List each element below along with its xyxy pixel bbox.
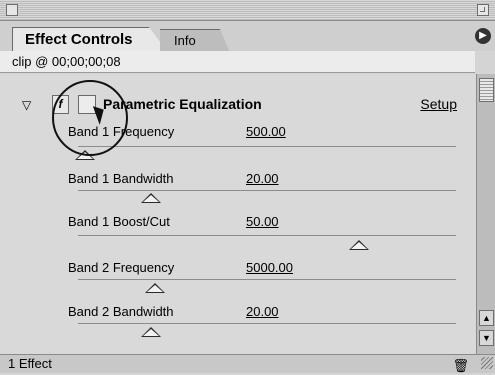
param-value[interactable]: 20.00 bbox=[246, 304, 279, 319]
zoom-box-icon[interactable] bbox=[477, 4, 489, 16]
effect-count: 1 Effect bbox=[8, 356, 52, 371]
param-label: Band 1 Boost/Cut bbox=[68, 214, 170, 229]
status-bar: 1 Effect 🗑 bbox=[0, 354, 495, 373]
vertical-scrollbar[interactable]: ▲ ▼ bbox=[476, 74, 495, 354]
slider-track[interactable] bbox=[78, 279, 456, 280]
param-value[interactable]: 5000.00 bbox=[246, 260, 293, 275]
panel-menu-icon[interactable]: ▶ bbox=[475, 28, 491, 44]
slider-track[interactable] bbox=[78, 146, 456, 147]
param-value[interactable]: 500.00 bbox=[246, 124, 286, 139]
param-label: Band 2 Frequency bbox=[68, 260, 175, 275]
slider-thumb[interactable] bbox=[141, 327, 161, 337]
tab-effect-controls[interactable]: Effect Controls bbox=[12, 27, 168, 52]
tab-info[interactable]: Info bbox=[160, 29, 230, 52]
close-box-icon[interactable] bbox=[6, 4, 18, 16]
clip-timecode: clip @ 00;00;00;08 bbox=[0, 51, 475, 73]
triangle-down-icon[interactable]: ▽ bbox=[22, 98, 31, 112]
slider-track[interactable] bbox=[78, 323, 456, 324]
setup-link[interactable]: Setup bbox=[420, 96, 457, 112]
window-titlebar[interactable] bbox=[0, 0, 495, 21]
scroll-down-icon[interactable]: ▼ bbox=[479, 330, 494, 346]
slider-track[interactable] bbox=[78, 190, 456, 191]
effect-list: ▽ f Parametric Equalization Setup Band 1… bbox=[0, 74, 477, 354]
slider-thumb[interactable] bbox=[349, 240, 369, 250]
param-label: Band 2 Bandwidth bbox=[68, 304, 174, 319]
param-value[interactable]: 20.00 bbox=[246, 171, 279, 186]
highlight-circle bbox=[52, 80, 128, 156]
slider-thumb[interactable] bbox=[141, 193, 161, 203]
scroll-thumb[interactable] bbox=[479, 78, 494, 102]
param-label: Band 1 Bandwidth bbox=[68, 171, 174, 186]
slider-thumb[interactable] bbox=[145, 283, 165, 293]
resize-grip-icon[interactable] bbox=[481, 357, 493, 369]
param-value[interactable]: 50.00 bbox=[246, 214, 279, 229]
tab-bar: Effect Controls Info ▶ bbox=[0, 21, 495, 52]
slider-track[interactable] bbox=[78, 235, 456, 236]
trash-icon[interactable]: 🗑 bbox=[452, 357, 469, 375]
scroll-up-icon[interactable]: ▲ bbox=[479, 310, 494, 326]
